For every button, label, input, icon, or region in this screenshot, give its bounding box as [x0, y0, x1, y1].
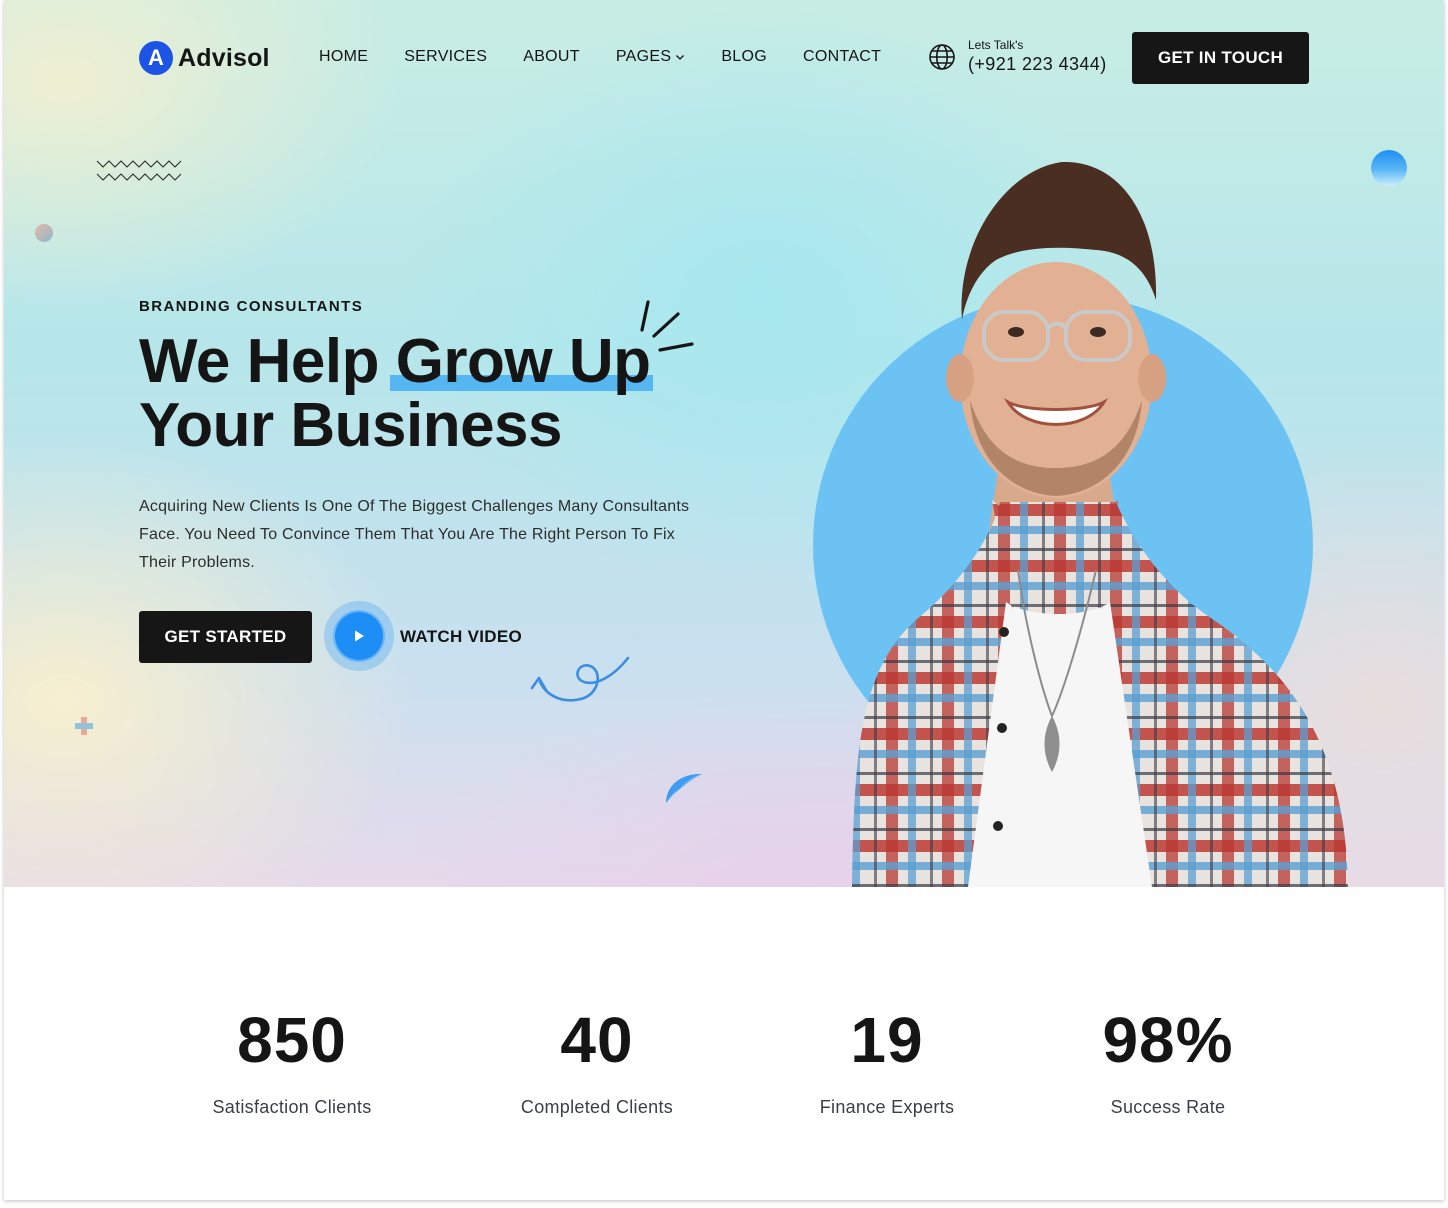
- get-started-button[interactable]: GET STARTED: [139, 611, 312, 663]
- stat-item: 850 Satisfaction Clients: [162, 1005, 422, 1118]
- half-circle-decoration: [666, 773, 702, 803]
- zigzag-decoration: [96, 160, 182, 181]
- stat-value: 850: [237, 1004, 347, 1076]
- main-nav: HOME SERVICES ABOUT PAGES BLOG CONTACT: [319, 48, 917, 66]
- stat-value: 19: [850, 1004, 924, 1076]
- contact-label: Lets Talk's: [968, 38, 1024, 52]
- stat-label: Completed Clients: [520, 1097, 674, 1117]
- hero-headline: We Help Grow Up Your Business: [139, 327, 653, 460]
- stat-item: 40 Completed Clients: [467, 1005, 727, 1118]
- hero-description: Acquiring New Clients Is One Of The Bigg…: [139, 498, 690, 571]
- stats-section: 850 Satisfaction Clients 40 Completed Cl…: [4, 887, 1444, 1200]
- logo-mark: A: [139, 41, 173, 75]
- play-button-inner: [333, 610, 385, 662]
- consultant-photo: [813, 161, 1348, 887]
- nav-item-services[interactable]: SERVICES: [404, 48, 487, 66]
- stat-item: 98% Success Rate: [1038, 1005, 1298, 1118]
- stat-label: Success Rate: [1110, 1097, 1226, 1117]
- hero-eyebrow: BRANDING CONSULTANTS: [139, 298, 364, 315]
- contact-info: Lets Talk's (+921 223 4344): [928, 38, 1107, 75]
- nav-item-home[interactable]: HOME: [319, 48, 368, 66]
- nav-item-about[interactable]: ABOUT: [523, 48, 580, 66]
- stat-item: 19 Finance Experts: [757, 1005, 1017, 1118]
- plus-decoration: [75, 717, 93, 735]
- globe-icon: [929, 43, 955, 70]
- nav-item-contact[interactable]: CONTACT: [803, 48, 881, 66]
- circle-decoration: [1371, 150, 1407, 186]
- play-video-button[interactable]: [324, 601, 394, 671]
- nav-item-blog[interactable]: BLOG: [721, 48, 767, 66]
- headline-line2: Your Business: [139, 391, 563, 460]
- nav-item-pages-label: PAGES: [615, 48, 672, 65]
- headline-highlight-text: Grow Up: [395, 327, 651, 396]
- curly-arrow-decoration: [530, 656, 630, 702]
- headline-highlight: Grow Up: [389, 327, 653, 396]
- get-in-touch-button[interactable]: GET IN TOUCH: [1132, 32, 1309, 84]
- play-icon: [355, 630, 364, 642]
- page: A Advisol HOME SERVICES ABOUT PAGES BLOG…: [4, 0, 1444, 1200]
- dot-decoration: [35, 224, 53, 242]
- contact-phone[interactable]: (+921 223 4344): [968, 54, 1107, 75]
- stat-label: Finance Experts: [819, 1097, 955, 1117]
- stat-value: 40: [560, 1004, 634, 1076]
- logo[interactable]: A Advisol: [139, 41, 270, 75]
- stat-label: Satisfaction Clients: [212, 1097, 372, 1117]
- stat-value: 98%: [1102, 1004, 1234, 1076]
- nav-item-pages[interactable]: PAGES: [616, 48, 685, 66]
- headline-part1: We Help: [139, 327, 396, 396]
- logo-text: Advisol: [178, 43, 270, 72]
- hero-section: A Advisol HOME SERVICES ABOUT PAGES BLOG…: [4, 0, 1444, 887]
- watch-video-link[interactable]: WATCH VIDEO: [400, 627, 522, 647]
- chevron-down-icon: [676, 55, 685, 60]
